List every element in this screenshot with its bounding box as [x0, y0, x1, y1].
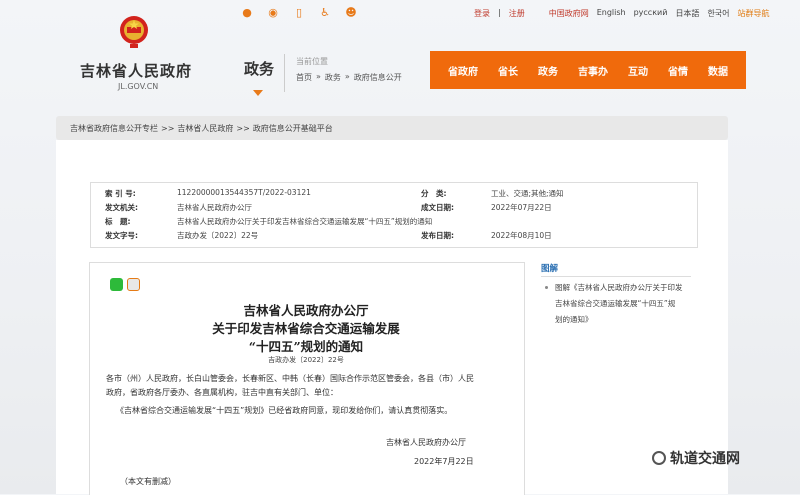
login-link[interactable]: 登录: [474, 8, 490, 19]
meta-index-value: 11220000013544357T/2022-03121: [177, 188, 311, 197]
nav-item-data[interactable]: 数据: [708, 63, 728, 78]
meta-key: 成文日期:: [421, 203, 454, 212]
sidebar-title: 图解: [541, 264, 559, 274]
russian-link[interactable]: русский: [634, 8, 668, 19]
doc-paragraph: 政府，省政府各厅委办、各直属机构，驻吉中直有关部门、单位：: [106, 388, 338, 397]
divider: [284, 54, 285, 92]
nav-item-province-info[interactable]: 省情: [668, 63, 688, 78]
link-separator: |: [498, 8, 501, 17]
crumb-province-gov[interactable]: 吉林省人民政府: [177, 123, 233, 134]
nav-item-interaction[interactable]: 互动: [628, 63, 648, 78]
watermark-logo-icon: [652, 451, 666, 465]
doc-paragraph: 《吉林省综合交通运输发展“十四五”规划》已经省政府同意，现印发给你们，请认真贯彻…: [116, 406, 453, 415]
doc-title-line3: “十四五”规划的通知: [248, 339, 364, 354]
meta-key: 发布日期:: [421, 231, 454, 240]
sidebar-divider: [541, 276, 691, 277]
top-links: 登录 | 注册 中国政府网 English русский 日本語 한국어 站群…: [474, 8, 770, 19]
meta-key: 标 题:: [105, 217, 131, 226]
meta-number-value: 吉政办发〔2022〕22号: [177, 231, 259, 240]
nav-item-services[interactable]: 吉事办: [578, 63, 608, 78]
location-label: 当前位置: [296, 57, 328, 66]
english-link[interactable]: English: [597, 8, 626, 19]
register-link[interactable]: 注册: [509, 8, 525, 19]
meta-key: 发文机关:: [105, 203, 138, 212]
accessibility-nav-link[interactable]: 站群导航: [738, 8, 770, 19]
sidebar-graphic-link[interactable]: 划的通知》: [555, 314, 593, 325]
national-emblem-icon: [120, 16, 148, 48]
loc-sep: »: [344, 72, 350, 81]
china-gov-link[interactable]: 中国政府网: [549, 8, 589, 19]
meta-key: 发文字号:: [105, 231, 138, 240]
doc-note: （本文有删减）: [120, 477, 176, 486]
site-domain: JL.GOV.CN: [118, 82, 159, 91]
section-title: 政务: [244, 60, 275, 78]
loc-sep: »: [316, 72, 321, 81]
korean-link[interactable]: 한국어: [707, 8, 729, 19]
loc-disclosure-link[interactable]: 政府信息公开: [354, 72, 402, 83]
loc-politics-link[interactable]: 政务: [325, 72, 341, 83]
mobile-icon[interactable]: ▯: [292, 5, 306, 19]
nav-item-province-gov[interactable]: 省政府: [448, 63, 478, 78]
weibo-icon[interactable]: ◉: [266, 5, 280, 19]
signature-date: 2022年7月22日: [414, 457, 474, 466]
share-weibo-icon[interactable]: [127, 278, 140, 291]
doc-title-line1: 吉林省人民政府办公厅: [243, 303, 369, 318]
doc-title-line2: 关于印发吉林省综合交通运输发展: [212, 321, 400, 336]
mascot-icon[interactable]: ☻: [344, 5, 358, 19]
meta-issuer-value: 吉林省人民政府办公厅: [177, 203, 252, 212]
loc-home-link[interactable]: 首页: [296, 72, 312, 83]
crumb-sep: >>: [236, 123, 250, 133]
watermark: 轨道交通网: [652, 448, 740, 468]
doc-number: 吉政办发〔2022〕22号: [268, 356, 344, 364]
social-icon-row: ● ◉ ▯ ♿ ☻: [240, 5, 358, 19]
meta-category-value: 工业、交通;其他;通知: [491, 189, 564, 198]
meta-date-value: 2022年07月22日: [491, 203, 552, 212]
wechat-icon[interactable]: ●: [240, 5, 254, 19]
meta-key: 索 引 号:: [105, 189, 136, 198]
main-nav: 省政府 省长 政务 吉事办 互动 省情 数据: [430, 51, 746, 89]
bullet-icon: [545, 286, 548, 289]
crumb-sep: >>: [161, 123, 175, 133]
breadcrumb: 吉林省政府信息公开专栏 >> 吉林省人民政府 >> 政府信息公开基础平台: [56, 116, 728, 140]
location-path: 首页 » 政务 » 政府信息公开: [296, 72, 402, 83]
share-buttons: [110, 278, 140, 291]
sidebar-graphic-link[interactable]: 吉林省综合交通运输发展“十四五”规: [555, 298, 675, 309]
nav-item-politics[interactable]: 政务: [538, 63, 558, 78]
nav-item-governor[interactable]: 省长: [498, 63, 518, 78]
site-name[interactable]: 吉林省人民政府: [80, 60, 192, 81]
sidebar-graphic-link[interactable]: 图解《吉林省人民政府办公厅关于印发: [555, 282, 683, 293]
section-indicator-icon: [253, 90, 263, 96]
site-header: 吉林省人民政府 JL.GOV.CN ● ◉ ▯ ♿ ☻ 登录 | 注册 中国政府…: [0, 0, 800, 110]
meta-key: 分 类:: [421, 189, 447, 198]
share-wechat-icon[interactable]: [110, 278, 123, 291]
meta-pubdate-value: 2022年08月10日: [491, 231, 552, 240]
crumb-platform[interactable]: 政府信息公开基础平台: [253, 123, 333, 134]
japanese-link[interactable]: 日本語: [675, 8, 699, 19]
meta-title-value: 吉林省人民政府办公厅关于印发吉林省综合交通运输发展“十四五”规划的通知: [177, 217, 433, 226]
metadata-table: 索 引 号: 11220000013544357T/2022-03121 分 类…: [90, 182, 698, 248]
watermark-text: 轨道交通网: [670, 451, 740, 467]
accessibility-icon[interactable]: ♿: [318, 5, 332, 19]
signature-org: 吉林省人民政府办公厅: [386, 438, 466, 447]
doc-paragraph: 各市（州）人民政府，长白山管委会，长春新区、中韩（长春）国际合作示范区管委会，各…: [106, 374, 474, 383]
crumb-disclosure-column[interactable]: 吉林省政府信息公开专栏: [70, 123, 158, 134]
